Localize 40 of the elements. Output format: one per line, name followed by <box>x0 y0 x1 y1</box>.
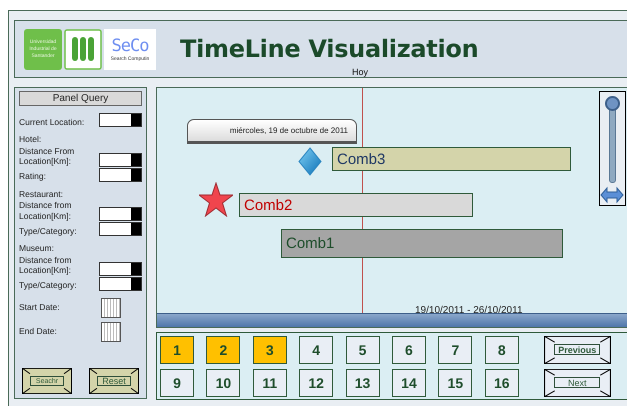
page-button[interactable]: 2 <box>206 336 240 364</box>
timeline-bar[interactable]: Comb3 <box>332 147 571 171</box>
page-button[interactable]: 9 <box>160 368 194 396</box>
page-button[interactable]: 14 <box>392 368 426 396</box>
today-label: Hoy <box>352 67 368 77</box>
timeline-bar[interactable]: Comb2 <box>239 193 473 217</box>
page-button[interactable]: 7 <box>438 336 472 364</box>
page-button[interactable]: 6 <box>392 336 426 364</box>
app-title: TimeLine Visualization <box>180 35 478 63</box>
page-button[interactable]: 3 <box>252 336 287 364</box>
page-button[interactable]: 4 <box>299 336 334 364</box>
seco-logo: SeCo <box>112 36 148 56</box>
reset-button[interactable]: Reset <box>89 368 139 394</box>
field-label: Rating: <box>19 171 47 182</box>
date-tooltip: miércoles, 19 de octubre de 2011 <box>187 119 357 144</box>
field-label: Type/Category: <box>19 280 78 290</box>
field-label: Distance From Location[Km]: <box>19 146 76 166</box>
next-button[interactable]: Next <box>544 368 611 396</box>
page-button[interactable]: 8 <box>484 336 519 364</box>
section-heading: Restaurant: <box>19 188 64 199</box>
panel-title: Panel Query <box>19 91 142 106</box>
page-button[interactable]: 10 <box>206 368 240 396</box>
page-button[interactable]: 15 <box>438 368 472 396</box>
page-button[interactable]: 11 <box>252 368 287 396</box>
section-heading: Museum: <box>19 243 55 254</box>
timeline-bar[interactable]: Comb1 <box>281 229 563 258</box>
page-button[interactable]: 12 <box>299 368 334 396</box>
section-heading: Hotel: <box>19 134 42 144</box>
field-label: Type/Category: <box>19 226 78 236</box>
field-label: Distance from Location[Km]: <box>19 200 72 221</box>
previous-button[interactable]: Previous <box>544 336 611 364</box>
page-button[interactable]: 13 <box>346 368 380 396</box>
page-button[interactable]: 1 <box>160 336 194 364</box>
page-button[interactable]: 16 <box>484 368 519 396</box>
page-button[interactable]: 5 <box>346 336 380 364</box>
field-label: Current Location: <box>19 116 86 127</box>
field-label: Distance from Location[Km]: <box>19 254 72 276</box>
field-label: Start Date: <box>19 302 61 313</box>
field-label: End Date: <box>19 326 58 337</box>
date-range: 19/10/2011 - 26/10/2011 <box>415 305 522 316</box>
